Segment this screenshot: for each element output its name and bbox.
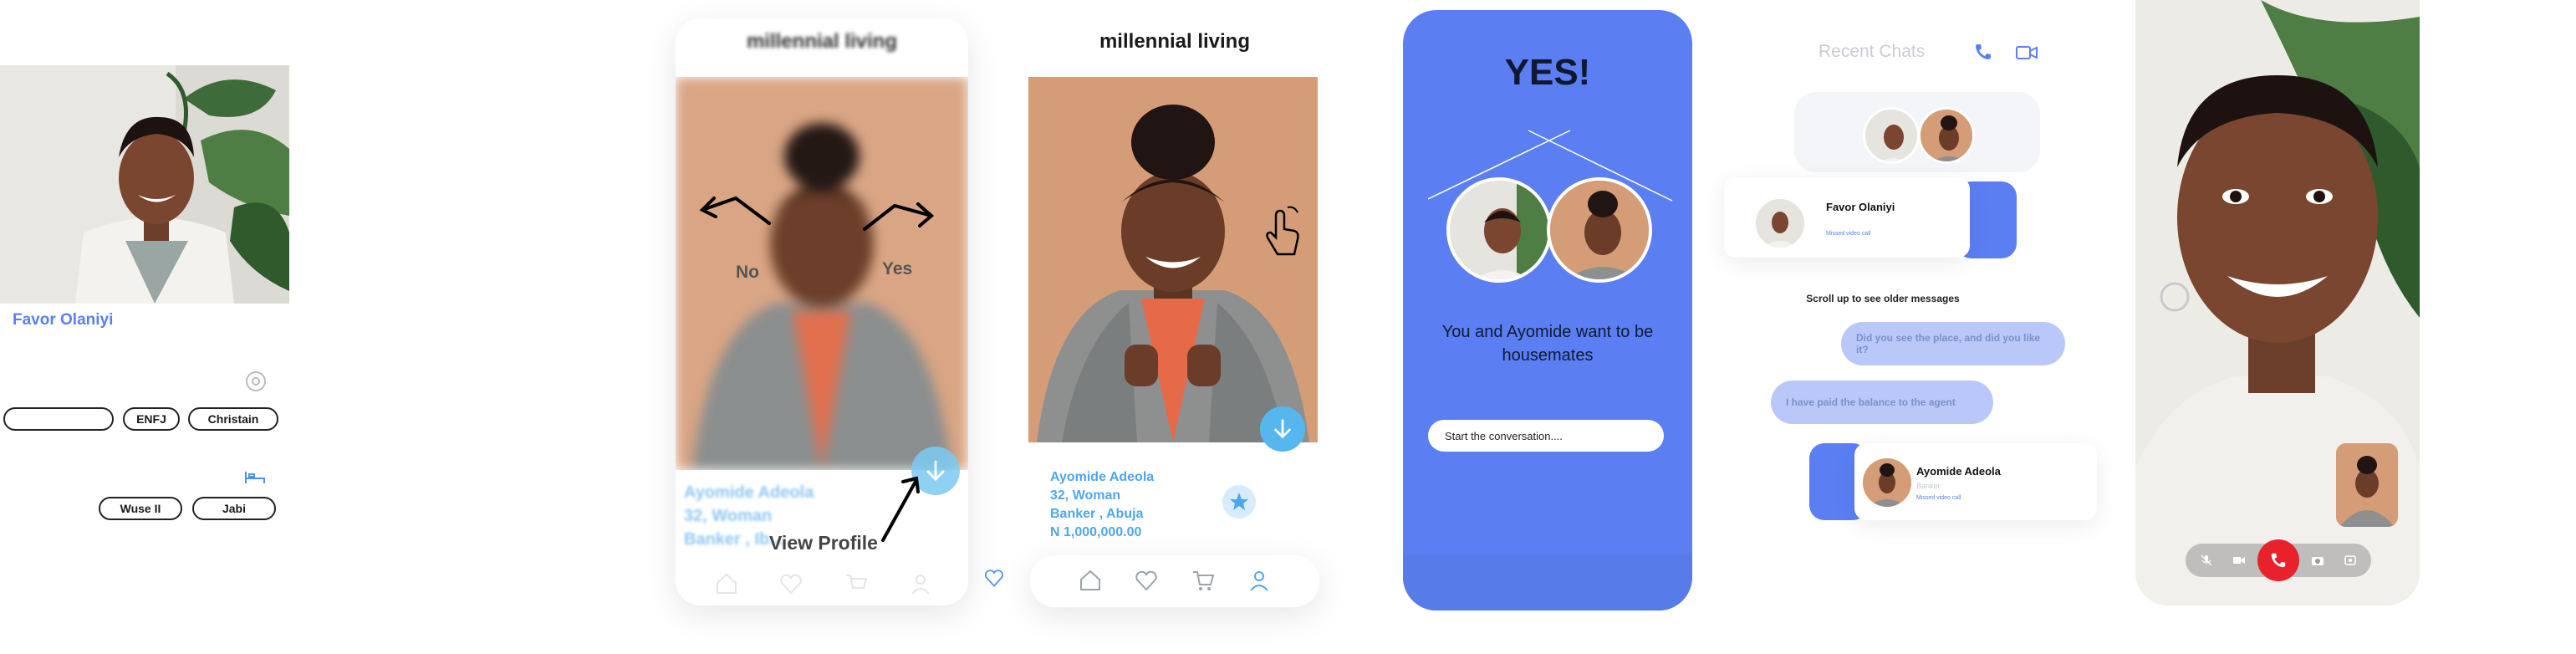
settings-icon[interactable] bbox=[242, 368, 269, 395]
photo-capture-icon[interactable] bbox=[2303, 546, 2332, 575]
gesture-label-yes: Yes bbox=[882, 259, 913, 278]
profile-price: N 1,000,000.00 bbox=[1050, 525, 1142, 539]
pip-self-view[interactable] bbox=[2336, 443, 2398, 527]
swipe-photo-blurred bbox=[676, 77, 968, 470]
profile-app-title: millennial living bbox=[1099, 30, 1251, 53]
tag-religion: Christain bbox=[188, 407, 278, 431]
tag-empty bbox=[3, 407, 114, 431]
profile-download-button[interactable] bbox=[1260, 406, 1305, 452]
cart-icon[interactable] bbox=[844, 571, 869, 596]
match-headline: YES! bbox=[1504, 52, 1591, 93]
swipe-bottom-nav bbox=[694, 569, 953, 599]
chat2-name: Ayomide Adeola bbox=[1916, 465, 2001, 478]
ayomide-profile-photo bbox=[1028, 77, 1318, 442]
phone-call-icon[interactable] bbox=[1973, 42, 1993, 62]
start-conversation-input[interactable]: Start the conversation.... bbox=[1428, 420, 1664, 452]
swipe-left-arrow-icon bbox=[696, 188, 773, 230]
profile-detail-line2: Banker , Abuja bbox=[1050, 507, 1144, 521]
favor-profile-photo bbox=[0, 65, 289, 304]
floating-heart-icon[interactable] bbox=[983, 567, 1005, 589]
mute-mic-icon[interactable] bbox=[2192, 546, 2221, 575]
scroll-hint: Scroll up to see older messages bbox=[1806, 293, 1960, 304]
match-avatar-favor bbox=[1446, 177, 1552, 283]
heart-icon[interactable] bbox=[1134, 568, 1159, 593]
swipe-detail-line1: 32, Woman bbox=[684, 507, 773, 525]
switch-camera-icon[interactable] bbox=[2336, 546, 2364, 575]
call-controls-bar bbox=[2186, 539, 2371, 581]
match-screen bbox=[1403, 10, 1692, 611]
end-call-button[interactable] bbox=[2257, 539, 2299, 581]
home-icon[interactable] bbox=[1078, 568, 1103, 593]
view-profile-label: View Profile bbox=[769, 532, 878, 554]
match-message: You and Ayomide want to be housemates bbox=[1441, 323, 1654, 365]
gesture-label-no: No bbox=[736, 263, 759, 282]
camera-toggle-icon[interactable] bbox=[2225, 546, 2253, 575]
profile-name: Favor Olaniyi bbox=[13, 311, 114, 329]
profile-name-label: Ayomide Adeola bbox=[1050, 470, 1155, 484]
swipe-right-arrow-icon bbox=[861, 194, 938, 236]
match-footer-band bbox=[1403, 555, 1692, 611]
chat2-subtitle: Banker bbox=[1916, 482, 1941, 490]
start-conversation-placeholder: Start the conversation.... bbox=[1445, 429, 1563, 442]
home-icon[interactable] bbox=[714, 571, 739, 596]
chat2-meta: Missed video call bbox=[1916, 495, 1961, 501]
active-avatar-ayomide[interactable] bbox=[1918, 107, 1975, 164]
bed-icon bbox=[244, 468, 266, 487]
tap-hand-icon bbox=[1261, 204, 1303, 259]
swipe-name: Ayomide Adeola bbox=[684, 483, 814, 502]
active-avatar-favor[interactable] bbox=[1863, 107, 1920, 164]
tag-location-wuse: Wuse II bbox=[99, 497, 182, 520]
video-call-icon[interactable] bbox=[2015, 43, 2038, 62]
cart-icon[interactable] bbox=[1191, 568, 1216, 593]
chat2-avatar bbox=[1863, 458, 1911, 507]
heart-icon[interactable] bbox=[778, 571, 803, 596]
user-icon[interactable] bbox=[908, 571, 933, 596]
chats-title: Recent Chats bbox=[1819, 42, 1926, 61]
tag-location-jabi: Jabi bbox=[192, 497, 276, 520]
chat1-name: Favor Olaniyi bbox=[1826, 201, 1895, 213]
tag-personality: ENFJ bbox=[123, 407, 180, 431]
swipe-app-title: millennial living bbox=[746, 30, 898, 53]
message-bubble-sent: Did you see the place, and did you like … bbox=[1841, 322, 2065, 365]
profile-bottom-nav bbox=[1062, 565, 1288, 595]
match-avatar-ayomide bbox=[1547, 177, 1652, 283]
chat1-meta: Missed video call bbox=[1826, 231, 1871, 237]
favorite-star-button[interactable] bbox=[1222, 485, 1256, 519]
view-profile-arrow-icon bbox=[878, 473, 925, 544]
user-icon[interactable] bbox=[1247, 568, 1272, 593]
message-bubble-received: I have paid the balance to the agent bbox=[1771, 381, 1993, 424]
profile-detail-line1: 32, Woman bbox=[1050, 488, 1121, 503]
chat1-avatar bbox=[1756, 199, 1804, 248]
